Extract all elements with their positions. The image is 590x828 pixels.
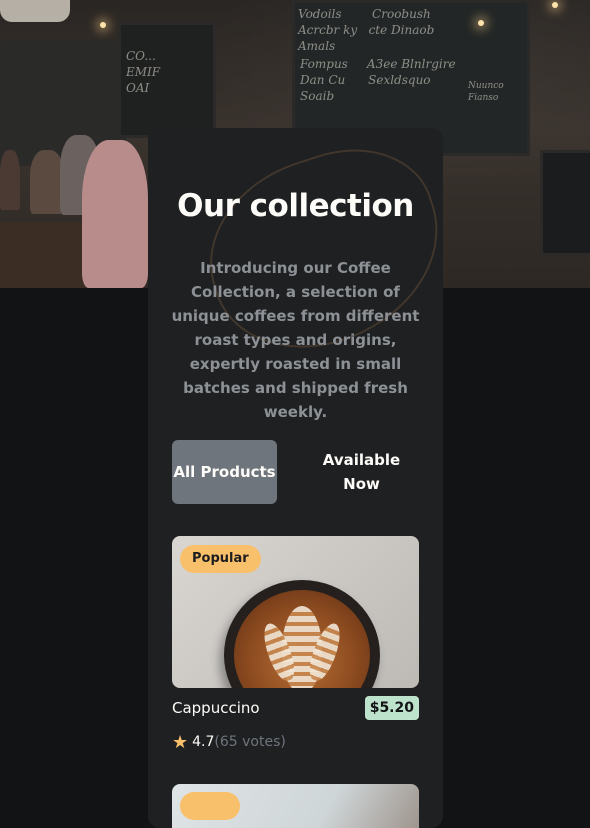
- product-name: Cappuccino: [172, 699, 260, 717]
- cafe-patron-pink-jacket: [82, 140, 148, 288]
- product-filter-tabs: All Products Available Now: [172, 440, 419, 504]
- ceiling-lamp: [478, 20, 484, 26]
- ceiling-lamp: [100, 22, 106, 28]
- product-card[interactable]: Popular Cappuccino $5.20 ★ 4.7 (65 votes…: [172, 536, 419, 754]
- product-info-row: Cappuccino $5.20: [172, 696, 419, 726]
- awning: [0, 0, 70, 22]
- tab-available-now[interactable]: Available Now: [309, 440, 414, 504]
- product-rating: ★ 4.7 (65 votes): [172, 730, 419, 754]
- product-badge-next: [180, 792, 240, 820]
- chalkboard-text-menu-1: Vodoils Croobush Acrcbr ky cte Dinaob Am…: [298, 7, 435, 53]
- chalkboard-text-menu-3: Nuunco Fianso: [468, 81, 504, 103]
- product-price: $5.20: [364, 696, 419, 720]
- popular-badge: Popular: [180, 545, 261, 573]
- product-image-next[interactable]: [172, 784, 419, 828]
- collection-title: Our collection: [177, 188, 414, 224]
- rating-votes: (65 votes): [214, 734, 286, 750]
- chalkboard-text-menu-2: Fompus A3ee Blnlrgire Dan Cu Sexldsquo S…: [300, 57, 456, 103]
- collection-card: Our collection Introducing our Coffee Co…: [148, 128, 443, 828]
- tab-all-products[interactable]: All Products: [172, 440, 277, 504]
- collection-description: Introducing our Coffee Collection, a sel…: [171, 259, 420, 421]
- product-image: Popular: [172, 536, 419, 688]
- chalkboard-right: [540, 150, 590, 256]
- rating-score: 4.7: [192, 734, 215, 750]
- cafe-patron: [0, 150, 20, 210]
- star-icon: ★: [172, 731, 189, 753]
- ceiling-lamp: [552, 2, 558, 8]
- cafe-patron: [30, 150, 64, 214]
- chalkboard-text-left: CO... EMIF OAI: [126, 49, 161, 95]
